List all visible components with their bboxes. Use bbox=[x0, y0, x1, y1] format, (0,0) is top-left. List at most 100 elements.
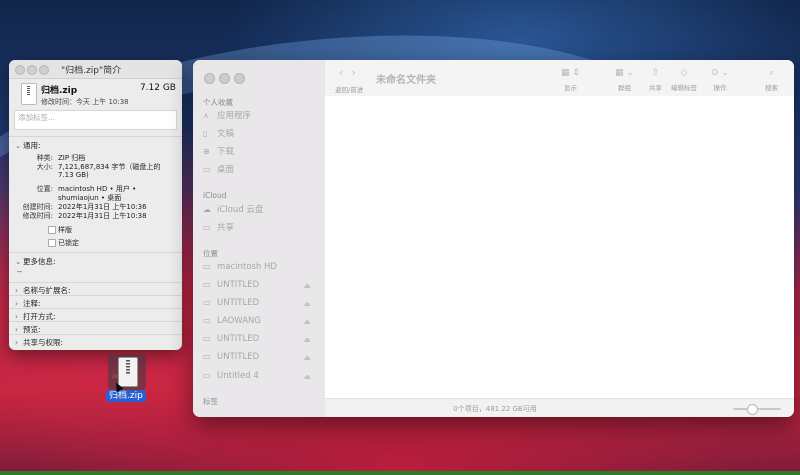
chevron-right-icon: › bbox=[15, 299, 18, 308]
close-button[interactable] bbox=[204, 73, 215, 84]
comments-section[interactable]: › 注释: bbox=[9, 295, 182, 309]
ellipsis-icon: ⊙ ⌄ bbox=[711, 68, 729, 78]
sidebar-item-label: UNTITLED bbox=[217, 352, 260, 362]
more-info-section: ⌄ 更多信息: -- bbox=[9, 252, 182, 282]
eject-icon[interactable]: ⏏ bbox=[304, 282, 311, 290]
chevron-right-icon: › bbox=[15, 325, 18, 334]
general-header-label: 通用: bbox=[23, 141, 41, 150]
search-button-label: 搜索 bbox=[765, 84, 778, 92]
icon-size-slider[interactable] bbox=[733, 404, 781, 415]
action-button[interactable]: ⊙ ⌄ 操作 bbox=[711, 66, 729, 92]
edit-tags-button-label: 编辑标签 bbox=[671, 84, 697, 92]
sidebar-item-documents[interactable]: ▯ 文稿 bbox=[203, 127, 234, 141]
open-with-section[interactable]: › 打开方式: bbox=[9, 308, 182, 322]
sidebar-item-label: 文稿 bbox=[217, 129, 235, 139]
finder-window: 个人收藏 ⋏ 应用程序 ▯ 文稿 ⊕ 下载 ▭ 桌面 iCloud ☁ iCloud 云盘… bbox=[193, 60, 794, 417]
sidebar-item-untitled-3[interactable]: ▭ UNTITLED bbox=[203, 332, 259, 346]
search-icon: ⌕ bbox=[768, 68, 775, 78]
tags-header: 标签 bbox=[203, 397, 218, 406]
name-extension-section[interactable]: › 名称与扩展名: bbox=[9, 282, 182, 296]
grid-view-icon: ▦ ⇕ bbox=[561, 68, 580, 78]
sidebar-item-label: LAOWANG bbox=[217, 316, 261, 326]
desktop-icon: ▭ bbox=[203, 165, 211, 174]
window-title: 未命名文件夹 bbox=[376, 75, 436, 86]
preview-section[interactable]: › 预览: bbox=[9, 321, 182, 335]
eject-icon[interactable]: ⏏ bbox=[304, 300, 311, 308]
sidebar-item-icloud-drive[interactable]: ☁ iCloud 云盘 bbox=[203, 203, 263, 217]
sidebar-item-label: Untitled 4 bbox=[217, 371, 259, 381]
get-info-window: "归档.zip"简介 归档.zip 7.12 GB 修改时间：今天 上午 10:… bbox=[9, 60, 182, 350]
zip-file-icon bbox=[21, 83, 37, 105]
sidebar-item-shared[interactable]: ▭ 共享 bbox=[203, 221, 234, 235]
eject-icon[interactable]: ⏏ bbox=[304, 373, 311, 381]
tags-input[interactable]: 添加标签... bbox=[14, 110, 177, 130]
more-info-header[interactable]: ⌄ 更多信息: bbox=[15, 256, 56, 267]
modified-value: 2022年1月31日 上午10:38 bbox=[58, 212, 147, 220]
document-icon: ▯ bbox=[203, 129, 208, 138]
info-file-size: 7.12 GB bbox=[139, 83, 176, 93]
general-section: ⌄ 通用: 种类: ZIP 归档 大小: 7,121,687,834 字节（磁盘上… bbox=[9, 136, 182, 262]
name-extension-header: 名称与扩展名: bbox=[23, 286, 71, 295]
chevron-right-icon: › bbox=[15, 312, 18, 321]
zoom-button[interactable] bbox=[39, 65, 49, 75]
eject-icon[interactable]: ⏏ bbox=[304, 354, 311, 362]
info-titlebar[interactable]: "归档.zip"简介 bbox=[9, 60, 182, 79]
minimize-button[interactable] bbox=[219, 73, 230, 84]
chevron-right-icon: › bbox=[15, 338, 18, 347]
group-button-label: 群组 bbox=[617, 84, 631, 92]
desktop-icon-label[interactable]: 归档.zip bbox=[106, 390, 146, 402]
zoom-button[interactable] bbox=[234, 73, 245, 84]
locations-header: 位置 bbox=[203, 249, 218, 258]
view-button[interactable]: ▦ ⇕ 显示 bbox=[561, 66, 580, 92]
finder-toolbar: ‹› 返回/前进 未命名文件夹 ▦ ⇕ 显示 ▦ ⌄ 群组 ⇧ 共享 ◇ 编辑标签 ⊙ … bbox=[325, 60, 794, 97]
action-button-label: 操作 bbox=[713, 84, 727, 92]
sidebar-item-untitled-4[interactable]: ▭ UNTITLED bbox=[203, 350, 259, 364]
sidebar-item-downloads[interactable]: ⊕ 下载 bbox=[203, 145, 234, 159]
folder-content-area[interactable] bbox=[325, 96, 794, 398]
download-icon: ⊕ bbox=[203, 147, 210, 156]
sidebar-item-macintosh-hd[interactable]: ▭ macintosh HD bbox=[203, 260, 277, 274]
share-button-label: 共享 bbox=[649, 84, 662, 92]
search-button[interactable]: ⌕ 搜索 bbox=[765, 66, 778, 92]
sidebar-item-label: UNTITLED bbox=[217, 334, 260, 344]
preview-header: 预览: bbox=[23, 325, 41, 334]
sidebar-item-laowang[interactable]: ▭ LAOWANG bbox=[203, 314, 261, 328]
edit-tags-button[interactable]: ◇ 编辑标签 bbox=[671, 66, 697, 92]
stationery-label: 样版 bbox=[58, 226, 72, 234]
sidebar-item-desktop[interactable]: ▭ 桌面 bbox=[203, 163, 234, 177]
icloud-header: iCloud bbox=[203, 191, 227, 200]
favorites-header: 个人收藏 bbox=[203, 98, 233, 107]
info-modified-line: 修改时间：今天 上午 10:38 bbox=[41, 98, 129, 106]
stationery-checkbox[interactable] bbox=[48, 226, 56, 234]
modified-label: 修改时间: bbox=[22, 212, 53, 220]
sidebar-item-untitled-1[interactable]: ▭ UNTITLED bbox=[203, 278, 259, 292]
minimize-button[interactable] bbox=[27, 65, 37, 75]
sidebar-item-applications[interactable]: ⋏ 应用程序 bbox=[203, 109, 251, 123]
sharing-permissions-header: 共享与权限: bbox=[23, 338, 64, 347]
share-button[interactable]: ⇧ 共享 bbox=[649, 66, 662, 92]
group-icon: ▦ ⌄ bbox=[615, 68, 634, 78]
more-info-value: -- bbox=[17, 268, 23, 276]
sharing-permissions-section[interactable]: › 共享与权限: bbox=[9, 334, 182, 350]
view-button-label: 显示 bbox=[563, 84, 577, 92]
close-button[interactable] bbox=[15, 65, 25, 75]
sidebar-item-untitled-5[interactable]: ▭ Untitled 4 bbox=[203, 369, 259, 383]
locked-checkbox[interactable] bbox=[48, 239, 56, 247]
back-forward-icon[interactable]: ‹› bbox=[339, 66, 364, 79]
eject-icon[interactable]: ⏏ bbox=[304, 318, 311, 326]
disk-icon: ▭ bbox=[203, 334, 211, 343]
disk-icon: ▭ bbox=[203, 298, 211, 307]
sidebar-item-label: UNTITLED bbox=[217, 298, 260, 308]
dock-edge bbox=[0, 471, 800, 475]
sidebar-item-untitled-2[interactable]: ▭ UNTITLED bbox=[203, 296, 259, 310]
size-value-2: 7.13 GB) bbox=[58, 171, 89, 179]
sidebar-item-label: iCloud 云盘 bbox=[217, 205, 264, 215]
slider-knob[interactable] bbox=[747, 404, 758, 415]
applications-icon: ⋏ bbox=[203, 111, 209, 120]
eject-icon[interactable]: ⏏ bbox=[304, 336, 311, 344]
group-button[interactable]: ▦ ⌄ 群组 bbox=[615, 66, 634, 92]
general-header[interactable]: ⌄ 通用: bbox=[15, 140, 41, 151]
status-text: 0个项目，481.22 GB可用 bbox=[453, 405, 537, 413]
sidebar-item-label: 应用程序 bbox=[217, 111, 252, 121]
sidebar-item-label: 共享 bbox=[217, 223, 235, 233]
